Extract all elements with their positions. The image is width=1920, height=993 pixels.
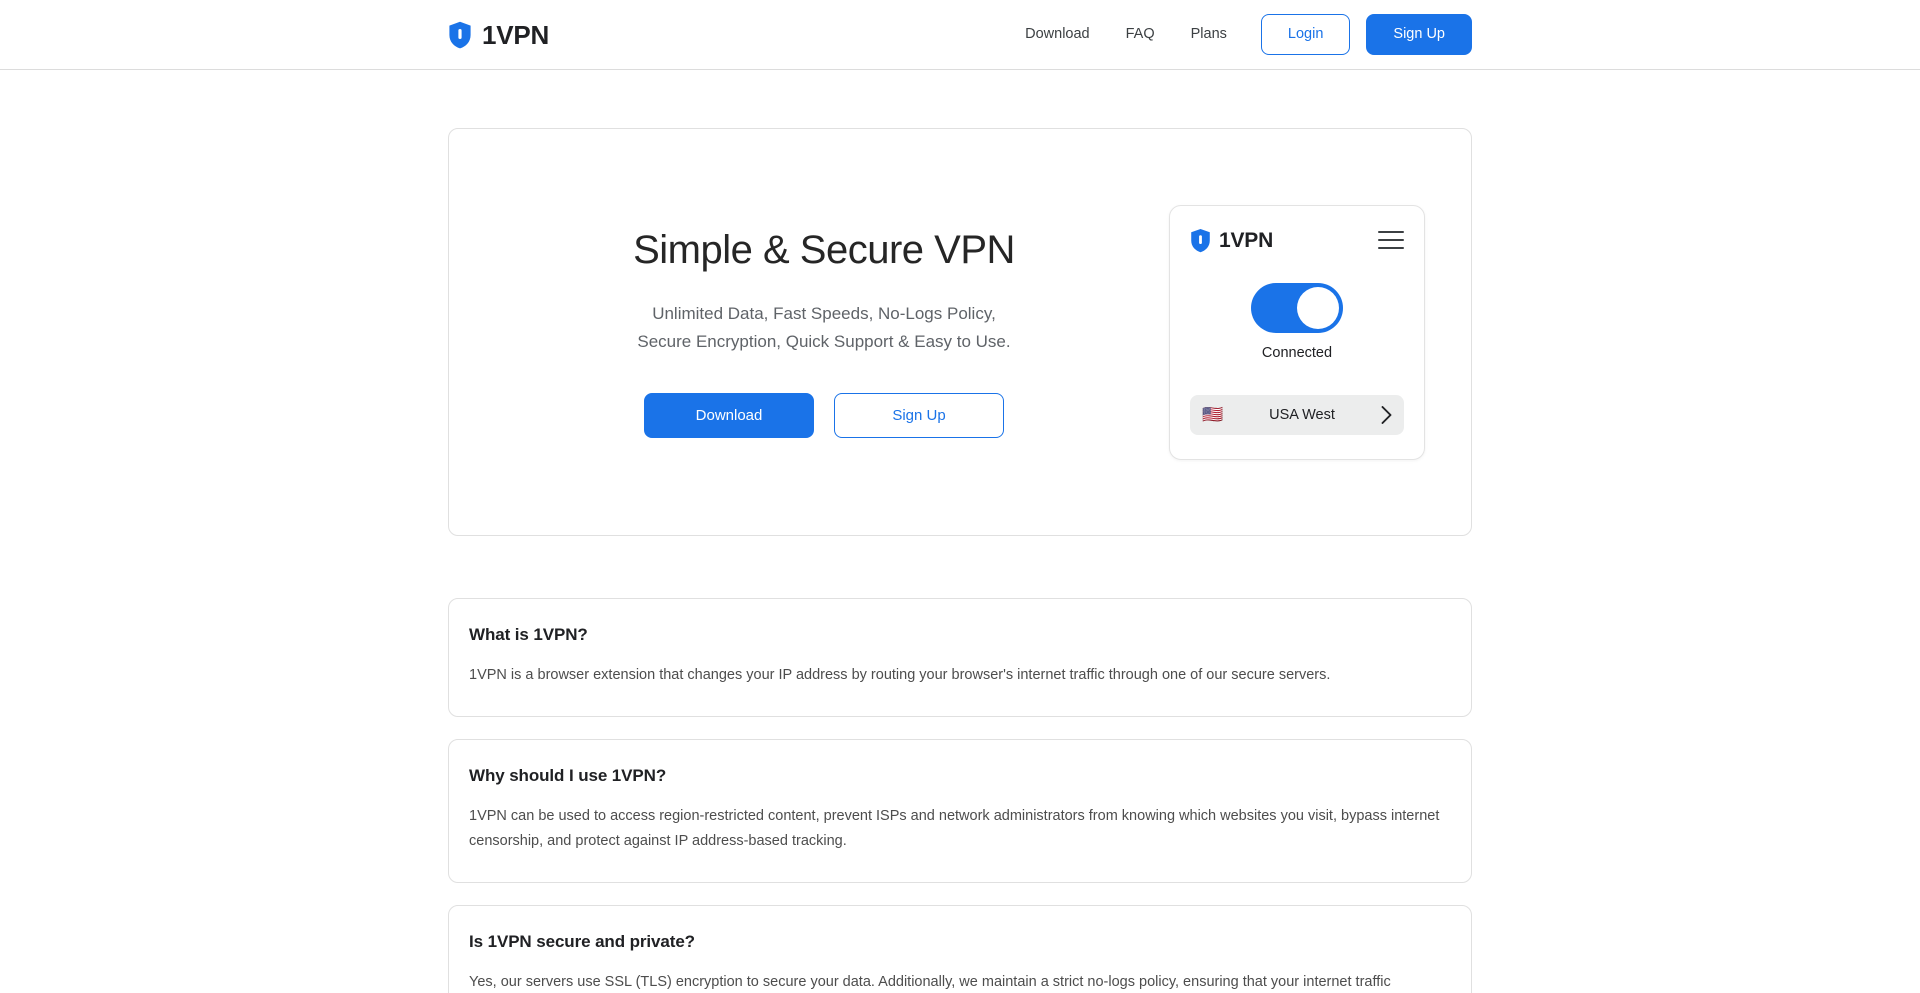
vpn-connection-toggle[interactable] <box>1251 282 1343 333</box>
vpn-toggle-wrap <box>1190 282 1404 333</box>
connection-status: Connected <box>1261 344 1333 361</box>
hamburger-icon[interactable] <box>1378 231 1404 249</box>
faq-item[interactable]: Why should I use 1VPN? 1VPN can be used … <box>448 738 1472 883</box>
us-flag-icon: 🇺🇸 <box>1202 405 1224 424</box>
nav-link-plans[interactable]: Plans <box>1173 19 1245 50</box>
hero-copy: Simple & Secure VPN Unlimited Data, Fast… <box>489 226 1169 439</box>
selected-server-name: USA West <box>1269 406 1335 423</box>
chevron-right-icon <box>1376 405 1392 424</box>
faq-item[interactable]: Is 1VPN secure and private? Yes, our ser… <box>448 904 1472 993</box>
nav-link-faq[interactable]: FAQ <box>1108 19 1173 50</box>
faq-question: Why should I use 1VPN? <box>469 765 667 785</box>
hamburger-bar <box>1378 238 1404 242</box>
shield-icon <box>449 21 471 48</box>
hero-download-button[interactable]: Download <box>644 393 814 439</box>
nav-link-download[interactable]: Download <box>1007 19 1108 50</box>
faq-item[interactable]: What is 1VPN? 1VPN is a browser extensio… <box>448 598 1472 717</box>
site-header: 1VPN Download FAQ Plans Login Sign Up <box>0 0 1920 70</box>
faq-answer: 1VPN can be used to access region-restri… <box>469 807 1440 849</box>
widget-brand-name: 1VPN <box>1219 228 1274 252</box>
server-selector[interactable]: 🇺🇸 USA West <box>1190 394 1404 435</box>
page-title: Simple & Secure VPN <box>633 227 1015 272</box>
hamburger-bar <box>1378 246 1404 249</box>
faq-section: What is 1VPN? 1VPN is a browser extensio… <box>448 598 1472 993</box>
hero-subtitle-line-2: Secure Encryption, Quick Support & Easy … <box>637 331 1011 351</box>
faq-question: Is 1VPN secure and private? <box>469 931 695 951</box>
brand-logo-link[interactable]: 1VPN <box>448 21 549 49</box>
login-button[interactable]: Login <box>1260 14 1351 55</box>
hero-signup-button[interactable]: Sign Up <box>834 393 1004 439</box>
hero-section: Simple & Secure VPN Unlimited Data, Fast… <box>448 128 1472 536</box>
brand-name: 1VPN <box>482 19 550 50</box>
hero-actions: Download Sign Up <box>489 393 1159 439</box>
shield-icon <box>1191 228 1210 252</box>
vpn-widget: 1VPN Connected 🇺🇸 USA West <box>1169 204 1425 460</box>
faq-question: What is 1VPN? <box>469 625 588 644</box>
header-nav: Download FAQ Plans Login Sign Up <box>1007 14 1472 55</box>
signup-button[interactable]: Sign Up <box>1366 14 1472 55</box>
faq-answer: 1VPN is a browser extension that changes… <box>469 667 1331 683</box>
hamburger-bar <box>1378 231 1404 234</box>
toggle-knob <box>1297 286 1339 329</box>
header-inner: 1VPN Download FAQ Plans Login Sign Up <box>448 0 1472 69</box>
widget-header: 1VPN <box>1190 228 1404 253</box>
hero-subtitle-line-1: Unlimited Data, Fast Speeds, No-Logs Pol… <box>652 303 996 323</box>
faq-answer: Yes, our servers use SSL (TLS) encryptio… <box>469 973 1391 990</box>
widget-brand: 1VPN <box>1190 228 1273 253</box>
hero-subtitle: Unlimited Data, Fast Speeds, No-Logs Pol… <box>489 300 1159 355</box>
page-content: Simple & Secure VPN Unlimited Data, Fast… <box>448 128 1472 993</box>
